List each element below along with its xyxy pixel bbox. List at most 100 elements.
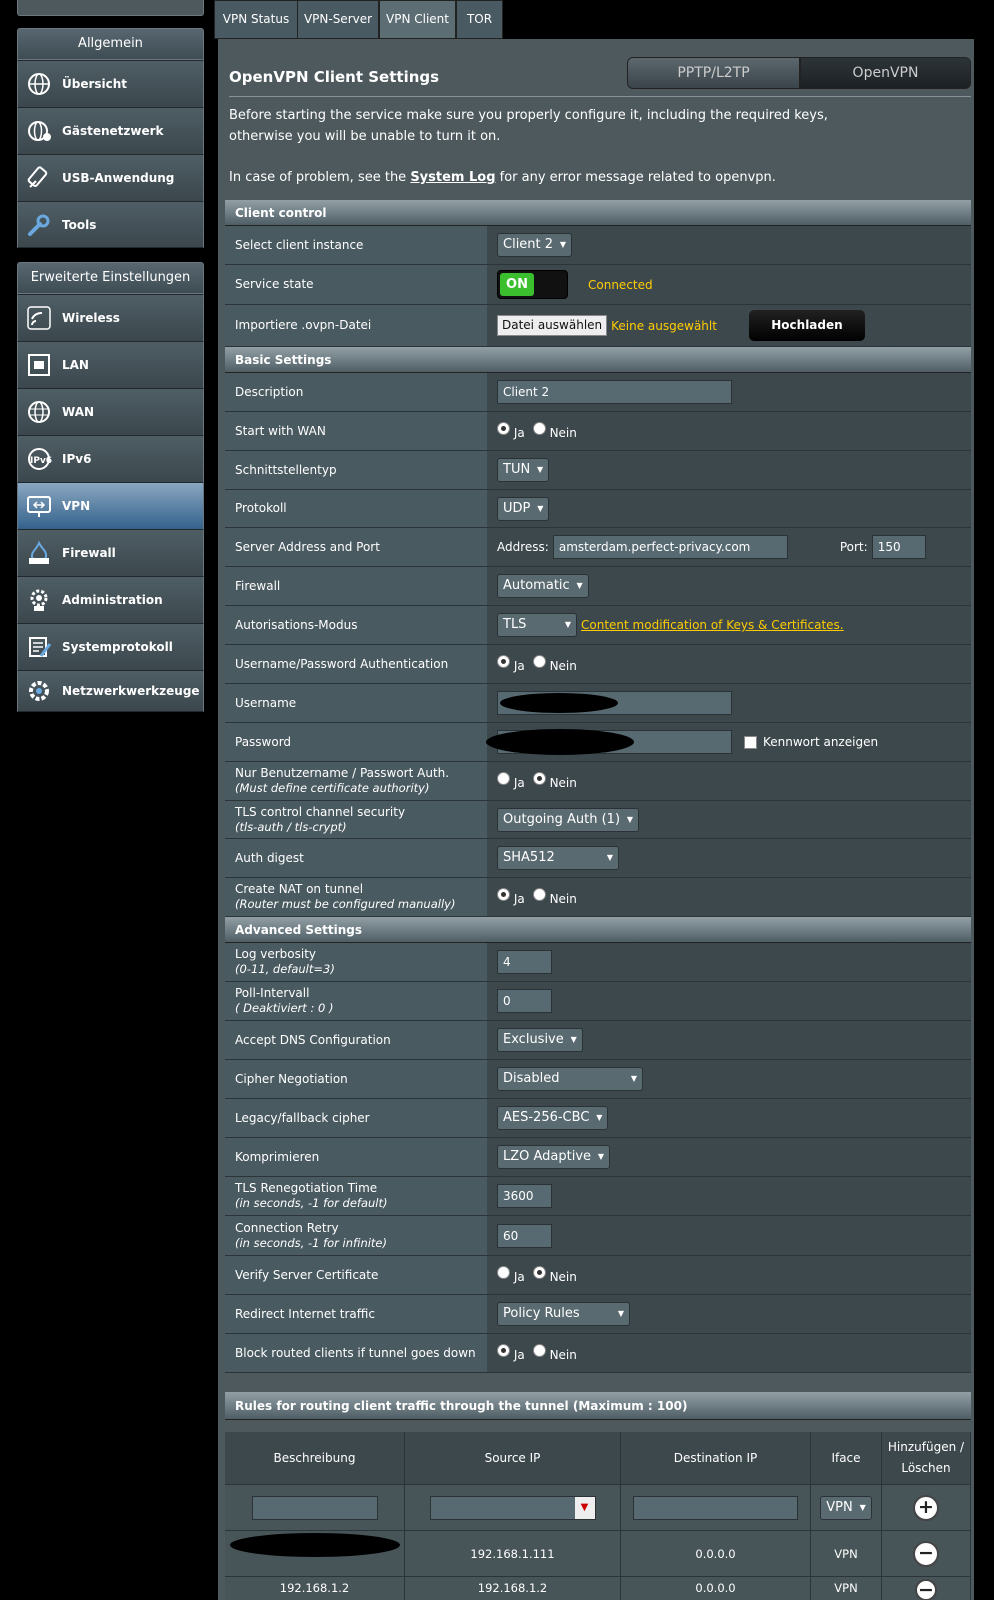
sidebar-item-vpn[interactable]: VPN <box>17 482 204 530</box>
sidebar-item-label: VPN <box>62 499 91 513</box>
label-text: Start with WAN <box>235 423 326 438</box>
mode-pptp-l2tp-button[interactable]: PPTP/L2TP <box>627 57 800 89</box>
service-state-toggle[interactable]: ON <box>497 270 568 299</box>
user-only-yes-radio[interactable] <box>497 772 510 785</box>
radio-label: Nein <box>549 426 577 440</box>
sidebar-item-usb[interactable]: USB-Anwendung <box>17 154 204 202</box>
auth-digest-select[interactable]: SHA512 <box>497 846 619 870</box>
sidebar-item-system-log[interactable]: Systemprotokoll <box>17 623 204 671</box>
new-rule-description-input[interactable] <box>251 1495 378 1520</box>
row-create-nat: Create NAT on tunnel (Router must be conf… <box>225 878 971 917</box>
ipv6-icon: IPv6 <box>26 446 52 472</box>
sidebar-item-wan[interactable]: WAN <box>17 388 204 436</box>
user-only-no-radio[interactable] <box>532 772 546 785</box>
nat-no-radio[interactable] <box>532 888 546 901</box>
cipher-negotiation-select[interactable]: Disabled <box>497 1067 643 1091</box>
label-text: Protokoll <box>235 501 287 515</box>
sidebar-item-lan[interactable]: LAN <box>17 341 204 389</box>
sidebar-item-firewall[interactable]: Firewall <box>17 529 204 577</box>
rule-1-destination: 0.0.0.0 <box>621 1530 811 1576</box>
label-note: (tls-auth / tls-crypt) <box>235 819 347 834</box>
sidebar-item-ipv6[interactable]: IPv6 IPv6 <box>17 435 204 483</box>
tab-vpn-client[interactable]: VPN Client <box>379 0 456 39</box>
connection-retry-input[interactable]: 60 <box>497 1223 552 1248</box>
col-header-destination-ip: Destination IP <box>621 1432 811 1484</box>
sidebar-item-network-tools[interactable]: Netzwerkwerkzeuge <box>17 670 204 712</box>
nat-yes-radio[interactable] <box>497 888 510 901</box>
poll-interval-input[interactable]: 0 <box>497 989 552 1013</box>
tab-tor[interactable]: TOR <box>456 0 503 39</box>
auth-mode-select[interactable]: TLS <box>497 613 577 637</box>
label-text: Server Address and Port <box>235 539 380 554</box>
compression-select[interactable]: LZO Adaptive <box>497 1145 611 1169</box>
source-dropdown-arrow-icon[interactable]: ▼ <box>574 1496 595 1519</box>
interface-type-select[interactable]: TUN <box>497 458 550 482</box>
new-rule-iface-select[interactable]: VPN <box>820 1495 872 1520</box>
sidebar-item-label: USB-Anwendung <box>62 171 175 185</box>
protocol-select[interactable]: UDP <box>497 496 550 521</box>
tls-control-select[interactable]: Outgoing Auth (1) <box>497 807 640 832</box>
label-note: (Router must be configured manually) <box>235 897 456 911</box>
server-port-input[interactable]: 150 <box>871 535 926 559</box>
system-log-link[interactable]: System Log <box>410 170 495 185</box>
log-verbosity-input[interactable]: 4 <box>497 950 552 974</box>
start-wan-no-radio[interactable] <box>532 422 546 435</box>
sidebar-item-label: IPv6 <box>62 452 92 466</box>
tab-vpn-server[interactable]: VPN-Server <box>297 0 379 39</box>
label-text: Importiere .ovpn-Datei <box>235 318 372 332</box>
password-input[interactable] <box>486 729 732 755</box>
lan-icon <box>26 352 52 378</box>
mode-openvpn-button[interactable]: OpenVPN <box>800 57 971 89</box>
service-status-text: Connected <box>588 277 653 292</box>
server-address-input[interactable]: amsterdam.perfect-privacy.com <box>552 535 788 559</box>
choose-file-button[interactable]: Datei auswählen <box>497 315 608 336</box>
start-wan-yes-radio[interactable] <box>497 422 510 435</box>
sidebar-item-label: Wireless <box>62 311 120 325</box>
show-password-checkbox[interactable] <box>744 735 757 749</box>
svg-text:IPv6: IPv6 <box>30 456 52 466</box>
new-rule-destination-input[interactable] <box>633 1495 798 1520</box>
label-note: (in seconds, -1 for infinite) <box>235 1235 387 1250</box>
block-no-radio[interactable] <box>532 1344 546 1357</box>
sidebar-item-guest-network[interactable]: Gästenetzwerk <box>17 107 204 155</box>
verify-yes-radio[interactable] <box>497 1266 510 1279</box>
tls-renegotiation-input[interactable]: 3600 <box>497 1184 552 1208</box>
accept-dns-select[interactable]: Exclusive <box>497 1028 583 1052</box>
username-input[interactable] <box>497 691 732 715</box>
radio-label: Ja <box>513 426 525 440</box>
redirect-traffic-select[interactable]: Policy Rules <box>497 1302 630 1326</box>
section-basic-settings: Basic Settings <box>225 347 971 373</box>
client-instance-select[interactable]: Client 2 <box>497 233 573 257</box>
add-rule-icon[interactable]: + <box>913 1494 939 1521</box>
row-server-address: Server Address and Port Address: amsterda… <box>225 528 971 567</box>
row-tls-control: TLS control channel security (tls-auth / … <box>225 801 971 839</box>
userpass-no-radio[interactable] <box>532 655 546 668</box>
new-rule-source-input[interactable]: ▼ <box>429 1495 596 1520</box>
delete-rule-icon[interactable]: − <box>913 1540 939 1567</box>
intro-pre: In case of problem, see the <box>229 170 411 185</box>
label-text: Service state <box>235 277 314 291</box>
delete-rule-icon[interactable]: − <box>915 1579 937 1600</box>
description-input[interactable]: Client 2 <box>497 380 732 404</box>
sidebar-item-administration[interactable]: Administration <box>17 576 204 624</box>
toggle-on-label: ON <box>500 273 534 296</box>
label-text: Cipher Negotiation <box>235 1071 348 1086</box>
label-note: (0-11, default=3) <box>235 962 335 976</box>
tab-vpn-status[interactable]: VPN Status <box>214 0 298 39</box>
sidebar-item-overview[interactable]: Übersicht <box>17 60 204 108</box>
wrench-icon <box>26 212 52 238</box>
firewall-select[interactable]: Automatic <box>497 574 589 598</box>
userpass-yes-radio[interactable] <box>497 655 510 668</box>
row-description: Description Client 2 <box>225 373 971 412</box>
new-rule-src-cell: ▼ <box>405 1484 621 1530</box>
legacy-cipher-select[interactable]: AES-256-CBC <box>497 1106 609 1130</box>
block-yes-radio[interactable] <box>497 1344 510 1357</box>
sidebar-item-tools[interactable]: Tools <box>17 201 204 248</box>
rule-1-iface: VPN <box>811 1530 882 1576</box>
row-protocol: Protokoll UDP <box>225 490 971 528</box>
upload-button[interactable]: Hochladen <box>748 310 865 341</box>
verify-no-radio[interactable] <box>532 1266 546 1279</box>
keys-certificates-link[interactable]: Content modification of Keys & Certifica… <box>581 618 844 632</box>
vpn-icon <box>26 493 52 519</box>
sidebar-item-wireless[interactable]: Wireless <box>17 294 204 342</box>
